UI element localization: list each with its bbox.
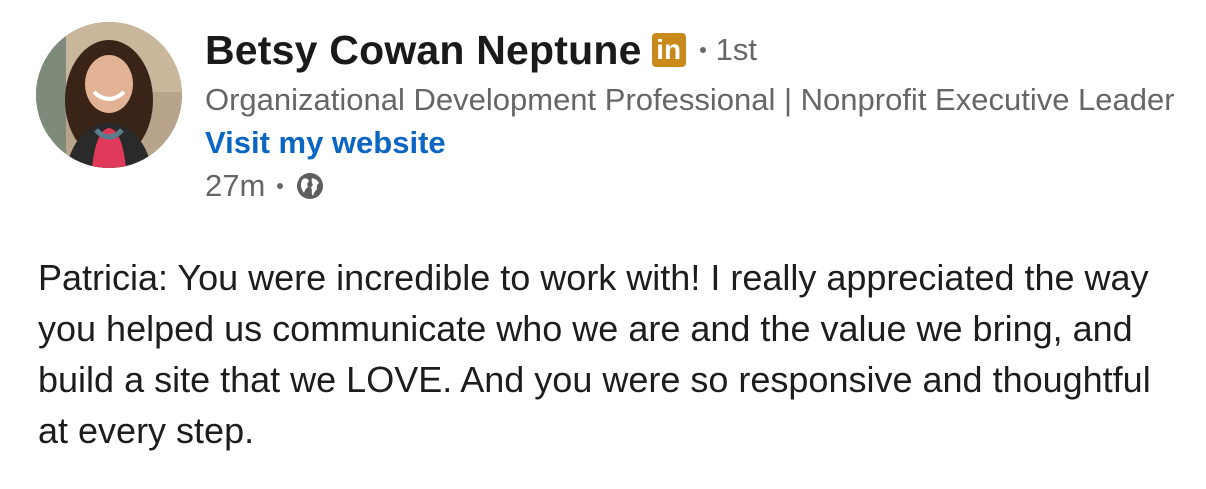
linkedin-premium-icon: in xyxy=(651,33,686,67)
author-name[interactable]: Betsy Cowan Neptune xyxy=(205,27,642,74)
visit-website-link[interactable]: Visit my website xyxy=(205,122,446,164)
post-meta: 27m xyxy=(205,164,1195,208)
post-header: Betsy Cowan Neptune in 1st Organizationa… xyxy=(205,22,1195,208)
avatar[interactable] xyxy=(36,22,182,168)
post-text: Patricia: You were incredible to work wi… xyxy=(38,257,1151,451)
name-row: Betsy Cowan Neptune in 1st xyxy=(205,22,1195,78)
globe-icon xyxy=(295,171,325,201)
separator-dot xyxy=(277,183,284,189)
avatar-photo xyxy=(36,22,182,168)
recommendation-post: Betsy Cowan Neptune in 1st Organizationa… xyxy=(0,0,1206,489)
post-time: 27m xyxy=(205,168,266,203)
connection-degree: 1st xyxy=(715,32,758,67)
separator-dot xyxy=(699,47,706,53)
author-headline: Organizational Development Professional … xyxy=(205,82,1175,117)
